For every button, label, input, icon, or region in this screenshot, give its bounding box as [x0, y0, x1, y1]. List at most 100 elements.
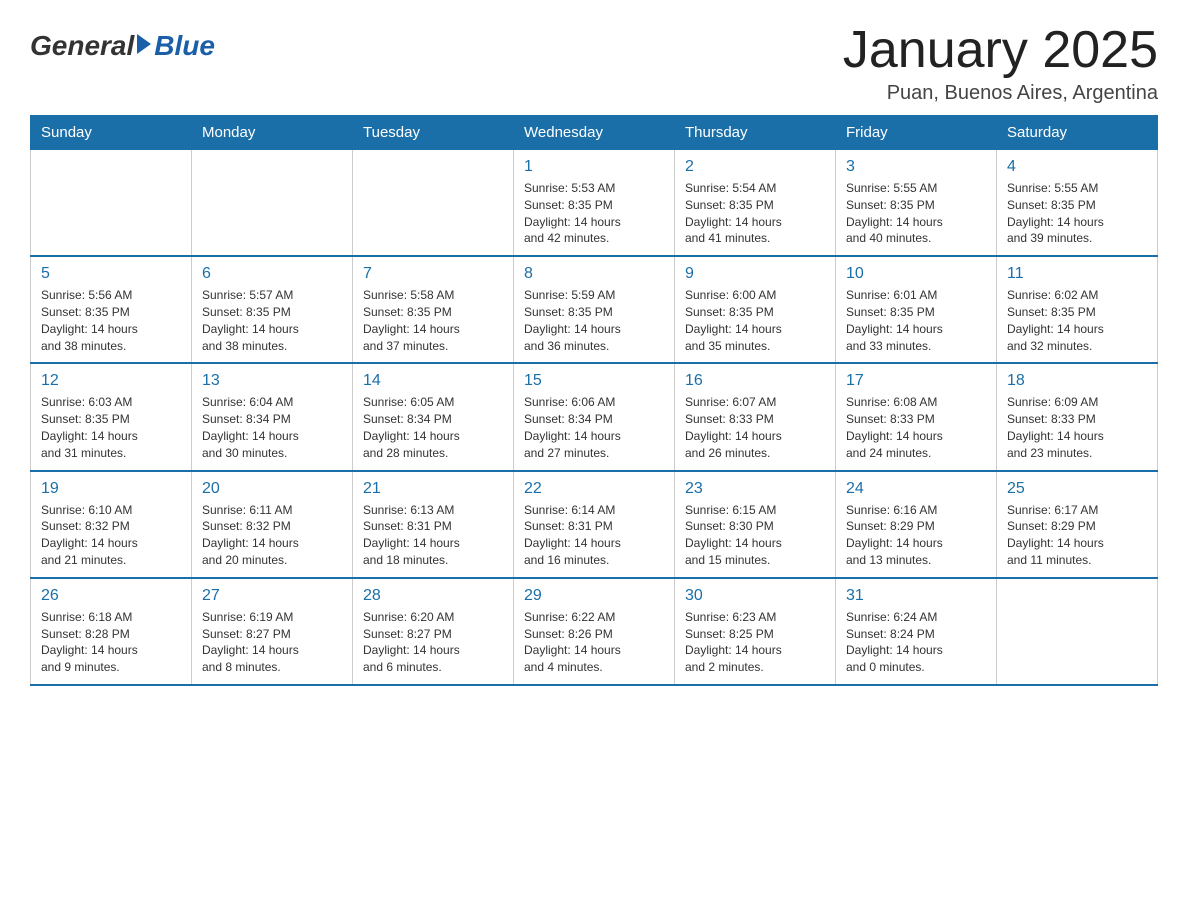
day-info: Sunrise: 6:10 AM Sunset: 8:32 PM Dayligh… [41, 502, 181, 569]
calendar-cell: 28 Sunrise: 6:20 AM Sunset: 8:27 PM Dayli… [353, 578, 514, 685]
calendar-cell [192, 150, 353, 257]
day-number: 9 [685, 265, 825, 283]
calendar-cell [353, 150, 514, 257]
calendar-cell: 29 Sunrise: 6:22 AM Sunset: 8:26 PM Dayli… [514, 578, 675, 685]
day-number: 16 [685, 372, 825, 390]
day-info: Sunrise: 5:55 AM Sunset: 8:35 PM Dayligh… [846, 180, 986, 247]
calendar-cell: 26 Sunrise: 6:18 AM Sunset: 8:28 PM Dayli… [31, 578, 192, 685]
calendar-week-row: 26 Sunrise: 6:18 AM Sunset: 8:28 PM Dayli… [31, 578, 1158, 685]
day-info: Sunrise: 5:58 AM Sunset: 8:35 PM Dayligh… [363, 287, 503, 354]
calendar-cell: 1Sunrise: 5:53 AM Sunset: 8:35 PM Daylig… [514, 150, 675, 257]
weekday-header-thursday: Thursday [675, 116, 836, 150]
weekday-header-friday: Friday [836, 116, 997, 150]
calendar-cell: 19Sunrise: 6:10 AM Sunset: 8:32 PM Dayli… [31, 471, 192, 578]
calendar-cell: 13 Sunrise: 6:04 AM Sunset: 8:34 PM Dayli… [192, 363, 353, 470]
calendar-cell: 11 Sunrise: 6:02 AM Sunset: 8:35 PM Dayli… [997, 256, 1158, 363]
calendar-cell: 25 Sunrise: 6:17 AM Sunset: 8:29 PM Dayli… [997, 471, 1158, 578]
calendar-cell: 2 Sunrise: 5:54 AM Sunset: 8:35 PM Daylig… [675, 150, 836, 257]
calendar-cell [31, 150, 192, 257]
calendar-cell: 7 Sunrise: 5:58 AM Sunset: 8:35 PM Daylig… [353, 256, 514, 363]
calendar-cell: 17 Sunrise: 6:08 AM Sunset: 8:33 PM Dayli… [836, 363, 997, 470]
calendar-cell: 6 Sunrise: 5:57 AM Sunset: 8:35 PM Daylig… [192, 256, 353, 363]
day-number: 8 [524, 265, 664, 283]
day-info: Sunrise: 6:08 AM Sunset: 8:33 PM Dayligh… [846, 394, 986, 461]
day-number: 25 [1007, 480, 1147, 498]
page-header: General Blue January 2025 Puan, Buenos A… [30, 20, 1158, 105]
calendar-cell: 31Sunrise: 6:24 AM Sunset: 8:24 PM Dayli… [836, 578, 997, 685]
calendar-cell: 9Sunrise: 6:00 AM Sunset: 8:35 PM Daylig… [675, 256, 836, 363]
day-info: Sunrise: 6:22 AM Sunset: 8:26 PM Dayligh… [524, 609, 664, 676]
day-number: 2 [685, 158, 825, 176]
location: Puan, Buenos Aires, Argentina [843, 82, 1158, 105]
calendar-cell: 15 Sunrise: 6:06 AM Sunset: 8:34 PM Dayli… [514, 363, 675, 470]
calendar-cell: 8 Sunrise: 5:59 AM Sunset: 8:35 PM Daylig… [514, 256, 675, 363]
logo-blue: Blue [154, 30, 215, 62]
day-number: 15 [524, 372, 664, 390]
calendar-week-row: 5Sunrise: 5:56 AM Sunset: 8:35 PM Daylig… [31, 256, 1158, 363]
day-info: Sunrise: 5:54 AM Sunset: 8:35 PM Dayligh… [685, 180, 825, 247]
weekday-header-row: SundayMondayTuesdayWednesdayThursdayFrid… [31, 116, 1158, 150]
day-number: 26 [41, 587, 181, 605]
day-info: Sunrise: 5:59 AM Sunset: 8:35 PM Dayligh… [524, 287, 664, 354]
day-info: Sunrise: 6:04 AM Sunset: 8:34 PM Dayligh… [202, 394, 342, 461]
day-info: Sunrise: 6:18 AM Sunset: 8:28 PM Dayligh… [41, 609, 181, 676]
calendar-cell: 30 Sunrise: 6:23 AM Sunset: 8:25 PM Dayli… [675, 578, 836, 685]
day-info: Sunrise: 6:02 AM Sunset: 8:35 PM Dayligh… [1007, 287, 1147, 354]
weekday-header-wednesday: Wednesday [514, 116, 675, 150]
day-info: Sunrise: 6:16 AM Sunset: 8:29 PM Dayligh… [846, 502, 986, 569]
calendar-cell: 10 Sunrise: 6:01 AM Sunset: 8:35 PM Dayli… [836, 256, 997, 363]
day-number: 18 [1007, 372, 1147, 390]
day-info: Sunrise: 6:20 AM Sunset: 8:27 PM Dayligh… [363, 609, 503, 676]
day-info: Sunrise: 6:23 AM Sunset: 8:25 PM Dayligh… [685, 609, 825, 676]
day-info: Sunrise: 5:53 AM Sunset: 8:35 PM Dayligh… [524, 180, 664, 247]
day-number: 6 [202, 265, 342, 283]
calendar-cell: 14 Sunrise: 6:05 AM Sunset: 8:34 PM Dayli… [353, 363, 514, 470]
day-number: 7 [363, 265, 503, 283]
day-number: 20 [202, 480, 342, 498]
day-number: 28 [363, 587, 503, 605]
day-number: 3 [846, 158, 986, 176]
calendar-week-row: 1Sunrise: 5:53 AM Sunset: 8:35 PM Daylig… [31, 150, 1158, 257]
day-number: 4 [1007, 158, 1147, 176]
day-number: 21 [363, 480, 503, 498]
calendar-week-row: 12 Sunrise: 6:03 AM Sunset: 8:35 PM Dayli… [31, 363, 1158, 470]
day-info: Sunrise: 6:03 AM Sunset: 8:35 PM Dayligh… [41, 394, 181, 461]
day-number: 29 [524, 587, 664, 605]
logo-general: General [30, 30, 134, 62]
day-number: 30 [685, 587, 825, 605]
calendar-cell: 16 Sunrise: 6:07 AM Sunset: 8:33 PM Dayli… [675, 363, 836, 470]
calendar-cell: 24Sunrise: 6:16 AM Sunset: 8:29 PM Dayli… [836, 471, 997, 578]
day-info: Sunrise: 6:06 AM Sunset: 8:34 PM Dayligh… [524, 394, 664, 461]
calendar-table: SundayMondayTuesdayWednesdayThursdayFrid… [30, 115, 1158, 686]
day-info: Sunrise: 6:11 AM Sunset: 8:32 PM Dayligh… [202, 502, 342, 569]
day-info: Sunrise: 6:14 AM Sunset: 8:31 PM Dayligh… [524, 502, 664, 569]
calendar-cell: 5Sunrise: 5:56 AM Sunset: 8:35 PM Daylig… [31, 256, 192, 363]
calendar-cell: 20 Sunrise: 6:11 AM Sunset: 8:32 PM Dayli… [192, 471, 353, 578]
day-number: 31 [846, 587, 986, 605]
day-info: Sunrise: 6:05 AM Sunset: 8:34 PM Dayligh… [363, 394, 503, 461]
weekday-header-sunday: Sunday [31, 116, 192, 150]
day-info: Sunrise: 5:57 AM Sunset: 8:35 PM Dayligh… [202, 287, 342, 354]
calendar-cell: 21 Sunrise: 6:13 AM Sunset: 8:31 PM Dayli… [353, 471, 514, 578]
day-info: Sunrise: 5:55 AM Sunset: 8:35 PM Dayligh… [1007, 180, 1147, 247]
calendar-cell: 4 Sunrise: 5:55 AM Sunset: 8:35 PM Daylig… [997, 150, 1158, 257]
calendar-cell: 27Sunrise: 6:19 AM Sunset: 8:27 PM Dayli… [192, 578, 353, 685]
day-number: 12 [41, 372, 181, 390]
calendar-week-row: 19Sunrise: 6:10 AM Sunset: 8:32 PM Dayli… [31, 471, 1158, 578]
weekday-header-saturday: Saturday [997, 116, 1158, 150]
calendar-cell: 23Sunrise: 6:15 AM Sunset: 8:30 PM Dayli… [675, 471, 836, 578]
day-number: 27 [202, 587, 342, 605]
day-number: 11 [1007, 265, 1147, 283]
day-info: Sunrise: 6:13 AM Sunset: 8:31 PM Dayligh… [363, 502, 503, 569]
day-number: 17 [846, 372, 986, 390]
day-info: Sunrise: 6:15 AM Sunset: 8:30 PM Dayligh… [685, 502, 825, 569]
day-info: Sunrise: 6:01 AM Sunset: 8:35 PM Dayligh… [846, 287, 986, 354]
logo: General Blue [30, 30, 215, 62]
calendar-cell: 12 Sunrise: 6:03 AM Sunset: 8:35 PM Dayli… [31, 363, 192, 470]
weekday-header-monday: Monday [192, 116, 353, 150]
day-info: Sunrise: 6:17 AM Sunset: 8:29 PM Dayligh… [1007, 502, 1147, 569]
day-number: 10 [846, 265, 986, 283]
day-info: Sunrise: 6:07 AM Sunset: 8:33 PM Dayligh… [685, 394, 825, 461]
day-number: 13 [202, 372, 342, 390]
day-number: 14 [363, 372, 503, 390]
